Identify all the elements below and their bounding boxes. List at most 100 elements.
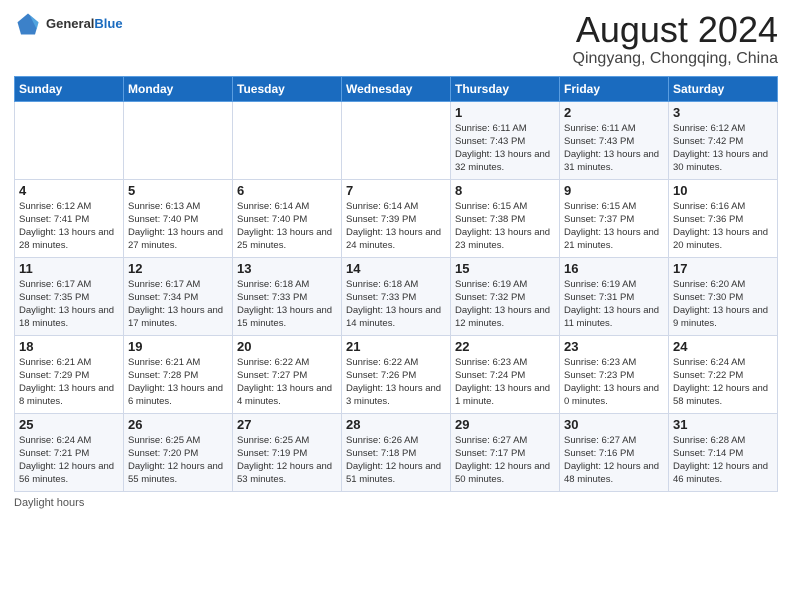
calendar-cell: 6 Sunrise: 6:14 AMSunset: 7:40 PMDaylight… (233, 179, 342, 257)
day-info: Sunrise: 6:12 AMSunset: 7:41 PMDaylight:… (19, 200, 119, 253)
calendar-cell (233, 101, 342, 179)
week-row-4: 18 Sunrise: 6:21 AMSunset: 7:29 PMDayligh… (15, 335, 778, 413)
day-number: 27 (237, 417, 337, 432)
day-info: Sunrise: 6:23 AMSunset: 7:23 PMDaylight:… (564, 356, 664, 409)
calendar-cell: 2 Sunrise: 6:11 AMSunset: 7:43 PMDaylight… (560, 101, 669, 179)
day-info: Sunrise: 6:14 AMSunset: 7:40 PMDaylight:… (237, 200, 337, 253)
day-number: 31 (673, 417, 773, 432)
day-info: Sunrise: 6:21 AMSunset: 7:28 PMDaylight:… (128, 356, 228, 409)
day-number: 6 (237, 183, 337, 198)
day-info: Sunrise: 6:19 AMSunset: 7:32 PMDaylight:… (455, 278, 555, 331)
day-number: 12 (128, 261, 228, 276)
day-number: 30 (564, 417, 664, 432)
calendar-cell: 17Sunrise: 6:20 AMSunset: 7:30 PMDayligh… (669, 257, 778, 335)
day-number: 13 (237, 261, 337, 276)
week-row-1: 1 Sunrise: 6:11 AMSunset: 7:43 PMDaylight… (15, 101, 778, 179)
day-info: Sunrise: 6:18 AMSunset: 7:33 PMDaylight:… (346, 278, 446, 331)
day-number: 19 (128, 339, 228, 354)
day-number: 18 (19, 339, 119, 354)
day-number: 2 (564, 105, 664, 120)
calendar-cell: 9Sunrise: 6:15 AMSunset: 7:37 PMDaylight… (560, 179, 669, 257)
title-block: August 2024 Qingyang, Chongqing, China (573, 10, 778, 68)
calendar-cell: 13 Sunrise: 6:18 AMSunset: 7:33 PMDayligh… (233, 257, 342, 335)
day-number: 5 (128, 183, 228, 198)
day-info: Sunrise: 6:12 AMSunset: 7:42 PMDaylight:… (673, 122, 773, 175)
calendar-cell: 8Sunrise: 6:15 AMSunset: 7:38 PMDaylight… (451, 179, 560, 257)
calendar-cell: 3 Sunrise: 6:12 AMSunset: 7:42 PMDaylight… (669, 101, 778, 179)
day-number: 10 (673, 183, 773, 198)
day-info: Sunrise: 6:11 AMSunset: 7:43 PMDaylight:… (564, 122, 664, 175)
day-info: Sunrise: 6:28 AMSunset: 7:14 PMDaylight:… (673, 434, 773, 487)
day-info: Sunrise: 6:22 AMSunset: 7:27 PMDaylight:… (237, 356, 337, 409)
calendar-cell: 15 Sunrise: 6:19 AMSunset: 7:32 PMDayligh… (451, 257, 560, 335)
calendar-cell: 28Sunrise: 6:26 AMSunset: 7:18 PMDayligh… (342, 413, 451, 491)
day-info: Sunrise: 6:11 AMSunset: 7:43 PMDaylight:… (455, 122, 555, 175)
footer: Daylight hours (14, 497, 778, 509)
weekday-header-row: SundayMondayTuesdayWednesdayThursdayFrid… (15, 76, 778, 101)
day-info: Sunrise: 6:27 AMSunset: 7:16 PMDaylight:… (564, 434, 664, 487)
calendar-cell: 26 Sunrise: 6:25 AMSunset: 7:20 PMDayligh… (124, 413, 233, 491)
month-title: August 2024 (573, 10, 778, 50)
day-number: 21 (346, 339, 446, 354)
day-info: Sunrise: 6:18 AMSunset: 7:33 PMDaylight:… (237, 278, 337, 331)
day-info: Sunrise: 6:15 AMSunset: 7:38 PMDaylight:… (455, 200, 555, 253)
calendar-cell: 18 Sunrise: 6:21 AMSunset: 7:29 PMDayligh… (15, 335, 124, 413)
calendar-cell: 1 Sunrise: 6:11 AMSunset: 7:43 PMDaylight… (451, 101, 560, 179)
weekday-header-friday: Friday (560, 76, 669, 101)
day-number: 22 (455, 339, 555, 354)
day-number: 25 (19, 417, 119, 432)
calendar-cell (124, 101, 233, 179)
day-info: Sunrise: 6:22 AMSunset: 7:26 PMDaylight:… (346, 356, 446, 409)
day-number: 29 (455, 417, 555, 432)
day-number: 7 (346, 183, 446, 198)
calendar-cell: 7Sunrise: 6:14 AMSunset: 7:39 PMDaylight… (342, 179, 451, 257)
day-info: Sunrise: 6:15 AMSunset: 7:37 PMDaylight:… (564, 200, 664, 253)
logo-general: General (46, 16, 94, 31)
logo-text: GeneralBlue (46, 16, 123, 32)
weekday-header-wednesday: Wednesday (342, 76, 451, 101)
day-number: 23 (564, 339, 664, 354)
day-number: 28 (346, 417, 446, 432)
day-info: Sunrise: 6:24 AMSunset: 7:21 PMDaylight:… (19, 434, 119, 487)
day-number: 4 (19, 183, 119, 198)
day-info: Sunrise: 6:21 AMSunset: 7:29 PMDaylight:… (19, 356, 119, 409)
calendar-cell: 4 Sunrise: 6:12 AMSunset: 7:41 PMDaylight… (15, 179, 124, 257)
week-row-5: 25 Sunrise: 6:24 AMSunset: 7:21 PMDayligh… (15, 413, 778, 491)
calendar-cell: 21 Sunrise: 6:22 AMSunset: 7:26 PMDayligh… (342, 335, 451, 413)
calendar-cell: 24 Sunrise: 6:24 AMSunset: 7:22 PMDayligh… (669, 335, 778, 413)
calendar-cell: 14 Sunrise: 6:18 AMSunset: 7:33 PMDayligh… (342, 257, 451, 335)
logo-icon (14, 10, 42, 38)
day-info: Sunrise: 6:25 AMSunset: 7:20 PMDaylight:… (128, 434, 228, 487)
daylight-label: Daylight hours (14, 497, 84, 509)
day-number: 17 (673, 261, 773, 276)
week-row-3: 11Sunrise: 6:17 AMSunset: 7:35 PMDayligh… (15, 257, 778, 335)
weekday-header-tuesday: Tuesday (233, 76, 342, 101)
calendar-cell: 31 Sunrise: 6:28 AMSunset: 7:14 PMDayligh… (669, 413, 778, 491)
day-number: 14 (346, 261, 446, 276)
logo-blue: Blue (94, 16, 122, 31)
calendar-cell: 23 Sunrise: 6:23 AMSunset: 7:23 PMDayligh… (560, 335, 669, 413)
day-number: 3 (673, 105, 773, 120)
day-info: Sunrise: 6:16 AMSunset: 7:36 PMDaylight:… (673, 200, 773, 253)
day-number: 15 (455, 261, 555, 276)
day-number: 1 (455, 105, 555, 120)
week-row-2: 4 Sunrise: 6:12 AMSunset: 7:41 PMDaylight… (15, 179, 778, 257)
day-number: 24 (673, 339, 773, 354)
day-info: Sunrise: 6:27 AMSunset: 7:17 PMDaylight:… (455, 434, 555, 487)
day-info: Sunrise: 6:17 AMSunset: 7:34 PMDaylight:… (128, 278, 228, 331)
day-info: Sunrise: 6:24 AMSunset: 7:22 PMDaylight:… (673, 356, 773, 409)
calendar-cell: 5 Sunrise: 6:13 AMSunset: 7:40 PMDaylight… (124, 179, 233, 257)
day-info: Sunrise: 6:13 AMSunset: 7:40 PMDaylight:… (128, 200, 228, 253)
calendar-cell (15, 101, 124, 179)
day-number: 26 (128, 417, 228, 432)
calendar-cell: 10 Sunrise: 6:16 AMSunset: 7:36 PMDayligh… (669, 179, 778, 257)
logo: GeneralBlue (14, 10, 123, 38)
day-number: 11 (19, 261, 119, 276)
day-number: 20 (237, 339, 337, 354)
day-info: Sunrise: 6:25 AMSunset: 7:19 PMDaylight:… (237, 434, 337, 487)
day-info: Sunrise: 6:19 AMSunset: 7:31 PMDaylight:… (564, 278, 664, 331)
calendar-cell: 25 Sunrise: 6:24 AMSunset: 7:21 PMDayligh… (15, 413, 124, 491)
day-number: 16 (564, 261, 664, 276)
day-info: Sunrise: 6:23 AMSunset: 7:24 PMDaylight:… (455, 356, 555, 409)
calendar-cell: 22 Sunrise: 6:23 AMSunset: 7:24 PMDayligh… (451, 335, 560, 413)
